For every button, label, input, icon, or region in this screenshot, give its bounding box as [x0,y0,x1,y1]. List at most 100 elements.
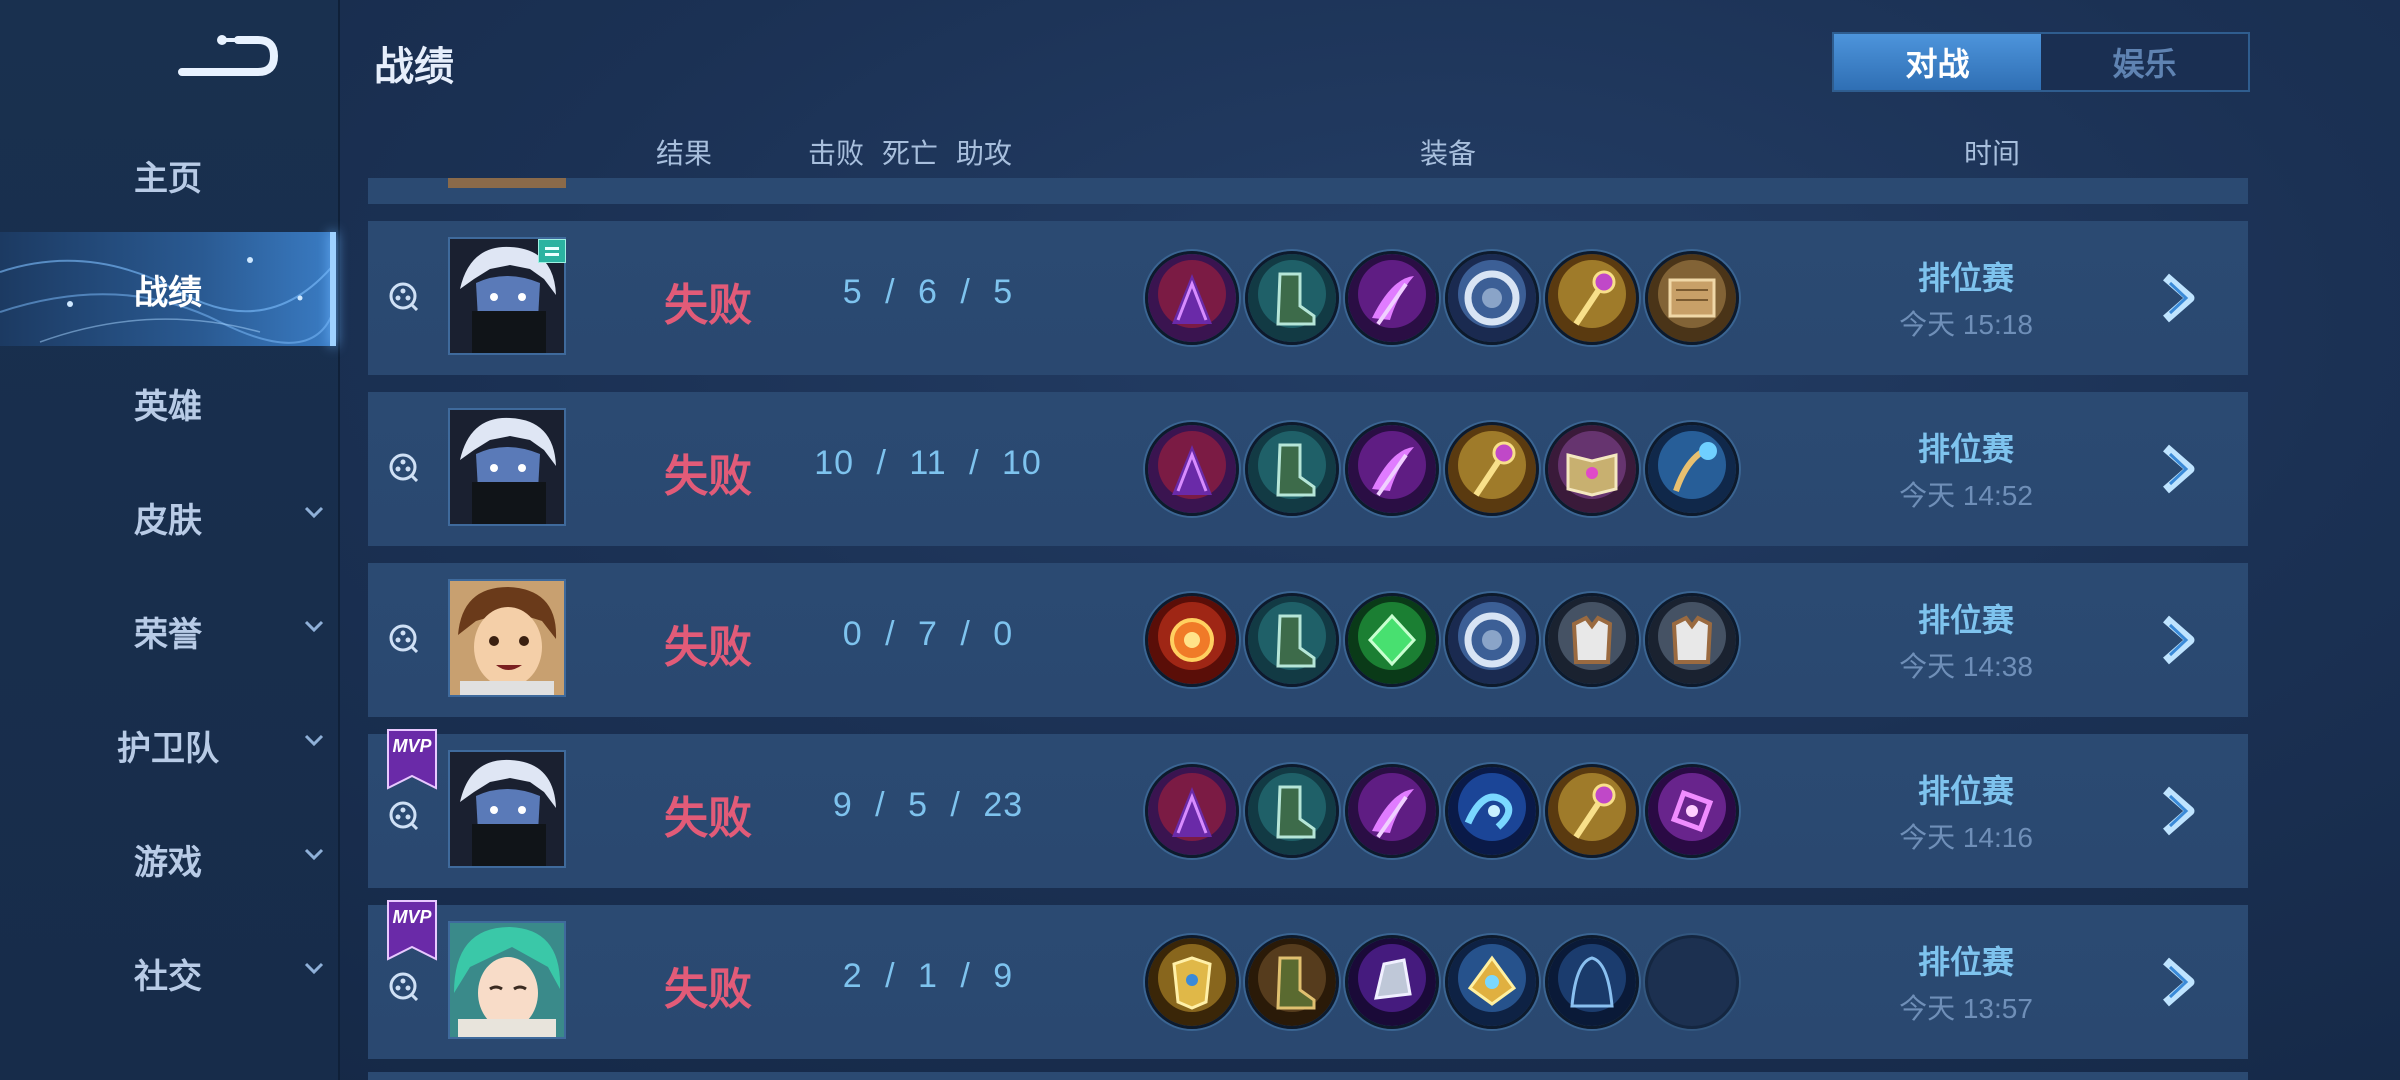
chevron-right-icon[interactable] [2156,613,2206,667]
purple-cape-item-icon [1145,422,1239,516]
match-result: 失败 [664,452,752,501]
silver-shield-item-icon [1445,251,1539,345]
empty-slot-icon [1645,935,1739,1029]
match-mode: 排位赛 [1917,773,2014,809]
sidebar-item-skins[interactable]: 皮肤 [0,460,336,574]
purple-cape-item-icon [1145,764,1239,858]
golden-staff-item-icon [1545,764,1639,858]
chevron-down-icon [304,962,324,975]
list-item[interactable]: MVP 失败 2 / 1 / 9 排位赛 今天 13:57 [368,900,2248,1059]
sidebar-item-records[interactable]: 战绩 [0,232,336,346]
blue-wave-item-icon [1445,764,1539,858]
hero-avatar [448,579,566,697]
hero-avatar [448,408,566,526]
column-header-deaths: 死亡 [882,138,939,169]
column-header-kills: 击败 [808,138,865,169]
list-item-partial [368,1072,2248,1080]
teal-boots-item-icon [1245,764,1339,858]
tab-entertainment[interactable]: 娱乐 [2041,34,2248,90]
rank-badge-icon [538,239,566,263]
red-orb-item-icon [1145,593,1239,687]
list-item[interactable]: 失败 10 / 11 / 10 排位赛 今天 14:52 [368,392,2248,546]
match-time: 今天 15:18 [1899,309,2033,340]
sidebar-item-label: 游戏 [134,843,202,882]
teal-boots-item-icon [1245,251,1339,345]
column-header-time: 时间 [1964,138,2021,169]
match-result: 失败 [664,794,752,843]
tab-battle[interactable]: 对战 [1834,34,2041,90]
chevron-down-icon [304,848,324,861]
silver-shield-item-icon [1445,593,1539,687]
chevron-down-icon [304,620,324,633]
mvp-badge-icon: MVP [384,728,440,792]
teal-boots-item-icon [1245,422,1339,516]
armor-vest-item-icon [1645,593,1739,687]
armor-vest-item-icon [1545,593,1639,687]
list-item[interactable]: 失败 5 / 6 / 5 排位赛 今天 15:18 [368,221,2248,375]
spell-book-item-icon [1545,422,1639,516]
chevron-right-icon[interactable] [2156,442,2206,496]
purple-scythe-item-icon [1345,422,1439,516]
column-header-equipment: 装备 [1420,138,1477,169]
sidebar-item-label: 英雄 [134,387,202,426]
replay-icon[interactable] [388,800,419,831]
list-item[interactable]: 失败 0 / 7 / 0 排位赛今天 14:38 [368,563,2248,717]
replay-icon[interactable] [388,452,419,483]
hooded-cloak-item-icon [1545,935,1639,1029]
sidebar: 主页 战绩 英雄 皮肤 荣誉 护卫队 游戏 社交 [0,0,340,1080]
chevron-right-icon[interactable] [2156,271,2206,325]
sidebar-item-social[interactable]: 社交 [0,916,336,1030]
sidebar-item-heroes[interactable]: 英雄 [0,346,336,460]
wooden-tome-item-icon [1645,251,1739,345]
match-result: 失败 [664,281,752,330]
kda-value: 0 / 7 / 0 [842,615,1014,653]
sidebar-item-label: 皮肤 [134,501,202,540]
green-gem-item-icon [1345,593,1439,687]
back-arrow-icon[interactable] [178,26,282,86]
match-result: 失败 [664,623,752,672]
mvp-label: MVP [392,736,432,756]
dark-gauntlet-item-icon [1345,935,1439,1029]
kda-value: 9 / 5 / 23 [832,786,1024,824]
match-time: 今天 14:38 [1899,651,2033,682]
golden-armor-item-icon [1145,935,1239,1029]
match-mode: 排位赛 [1917,431,2014,467]
purple-glyph-item-icon [1645,764,1739,858]
purple-scythe-item-icon [1345,251,1439,345]
golden-staff-item-icon [1545,251,1639,345]
column-header-result: 结果 [656,138,713,169]
sidebar-item-games[interactable]: 游戏 [0,802,336,916]
replay-icon[interactable] [388,281,419,312]
golden-staff-item-icon [1445,422,1539,516]
chevron-right-icon[interactable] [2156,955,2206,1009]
leather-boots-item-icon [1245,935,1339,1029]
match-mode: 排位赛 [1917,602,2014,638]
sidebar-item-home[interactable]: 主页 [0,118,336,232]
sidebar-item-label: 社交 [134,957,202,996]
mvp-badge-icon: MVP [384,899,440,963]
sidebar-item-honor[interactable]: 荣誉 [0,574,336,688]
blue-wand-item-icon [1645,422,1739,516]
sidebar-item-label: 护卫队 [117,729,219,768]
gold-crest-item-icon [1445,935,1539,1029]
column-header-assists: 助攻 [956,138,1013,169]
sidebar-item-label: 主页 [134,159,202,198]
list-item[interactable]: MVP 失败 9 / 5 / 23 排位赛 今天 14:16 [368,729,2248,888]
chevron-right-icon[interactable] [2156,784,2206,838]
mvp-label: MVP [392,907,432,927]
match-mode: 排位赛 [1917,944,2014,980]
mode-tab-group: 对战 娱乐 [1832,32,2250,92]
sidebar-item-guard-team[interactable]: 护卫队 [0,688,336,802]
match-mode: 排位赛 [1917,260,2014,296]
replay-icon[interactable] [388,623,419,654]
replay-icon[interactable] [388,971,419,1002]
match-time: 今天 14:16 [1899,822,2033,853]
list-item-partial [368,178,2248,204]
page-title: 战绩 [374,45,454,89]
avatar-partial [448,178,566,188]
purple-scythe-item-icon [1345,764,1439,858]
hero-avatar [448,921,566,1039]
sidebar-item-label: 荣誉 [134,615,202,654]
teal-boots-item-icon [1245,593,1339,687]
match-result: 失败 [664,965,752,1014]
